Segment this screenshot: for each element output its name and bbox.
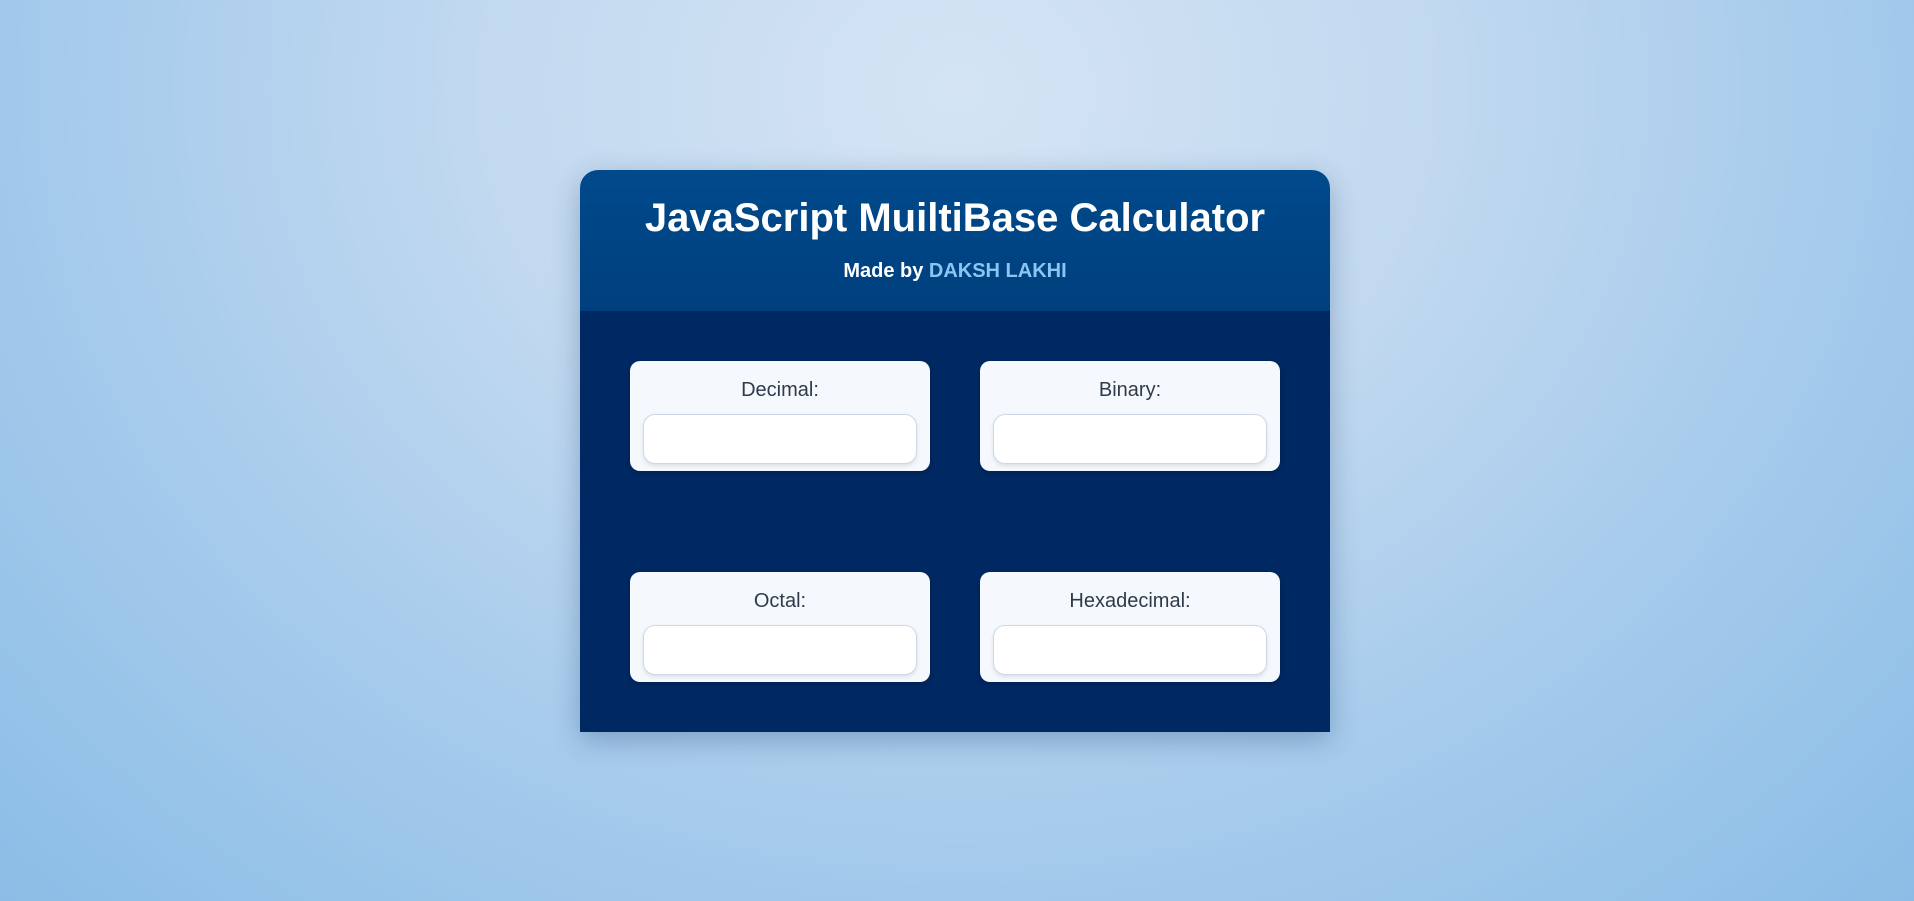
octal-field-group: Octal: bbox=[630, 572, 930, 682]
binary-field-group: Binary: bbox=[980, 361, 1280, 471]
binary-input[interactable] bbox=[993, 414, 1267, 464]
hexadecimal-label: Hexadecimal: bbox=[1069, 590, 1191, 612]
author-credit: Made by DAKSH LAKHI bbox=[580, 260, 1330, 283]
calculator-header: JavaScript MuiltiBase Calculator Made by… bbox=[580, 170, 1330, 311]
made-by-label: Made by bbox=[843, 260, 929, 282]
octal-label: Octal: bbox=[753, 590, 807, 612]
calculator-body: Decimal: Binary: Octal: Hexadecimal: bbox=[580, 311, 1330, 732]
octal-input[interactable] bbox=[643, 625, 917, 675]
decimal-input[interactable] bbox=[643, 414, 917, 464]
decimal-field-group: Decimal: bbox=[630, 361, 930, 471]
author-link[interactable]: DAKSH LAKHI bbox=[929, 260, 1067, 282]
hexadecimal-input[interactable] bbox=[993, 625, 1267, 675]
binary-label: Binary: bbox=[1098, 379, 1162, 401]
page-title: JavaScript MuiltiBase Calculator bbox=[644, 196, 1266, 240]
hexadecimal-field-group: Hexadecimal: bbox=[980, 572, 1280, 682]
decimal-label: Decimal: bbox=[741, 379, 819, 401]
calculator-card: JavaScript MuiltiBase Calculator Made by… bbox=[580, 170, 1330, 732]
